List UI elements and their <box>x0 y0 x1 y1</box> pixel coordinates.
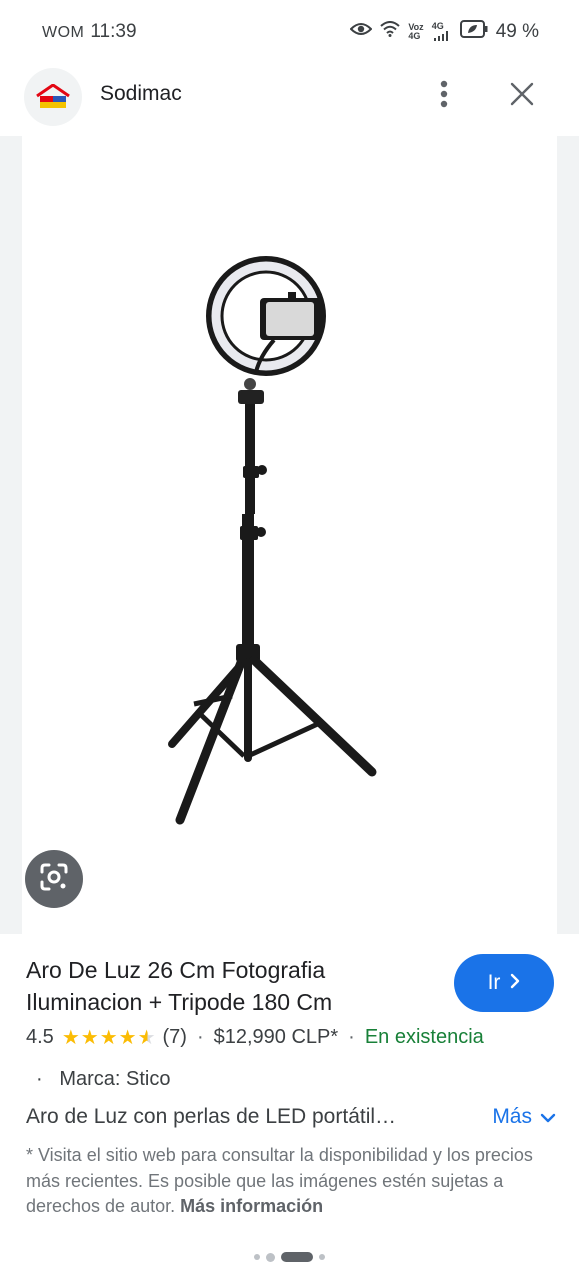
volte-indicator: Voz 4G <box>408 23 423 41</box>
review-count: (7) <box>162 1026 187 1048</box>
separator-dot: · <box>196 1026 204 1048</box>
eye-icon <box>349 21 373 43</box>
status-left: WOM 11:39 <box>42 21 137 43</box>
rating-stars: ★★★★★ <box>61 1027 157 1049</box>
go-button[interactable]: Ir <box>454 954 554 1012</box>
network-top-label: 4G <box>431 20 444 31</box>
status-bar: WOM 11:39 Voz 4G 4G 49 % <box>0 0 579 64</box>
image-viewer[interactable] <box>0 136 579 934</box>
chevron-right-icon <box>510 971 520 995</box>
separator-dot: · <box>348 1026 355 1048</box>
page-dot <box>319 1254 325 1260</box>
signal-icon <box>432 30 452 43</box>
app-bar: Sodimac <box>0 64 579 136</box>
network-bottom-label: 4G <box>408 31 421 41</box>
close-button[interactable] <box>502 76 542 116</box>
product-title: Aro De Luz 26 Cm Fotografia Iluminacion … <box>26 957 333 1015</box>
battery-icon <box>459 20 488 44</box>
more-vert-icon <box>440 80 448 113</box>
close-icon <box>510 82 534 111</box>
separator-dot: · <box>36 1068 54 1090</box>
page-dot <box>266 1252 275 1262</box>
page-indicator <box>0 1252 579 1262</box>
product-meta-row: 4.5 ★★★★★ (7) · $12,990 CLP* · En existe… <box>26 1025 566 1050</box>
carrier-label: WOM <box>42 24 85 41</box>
more-label: Más <box>492 1105 532 1128</box>
network-indicator: 4G <box>431 20 452 43</box>
price: $12,990 CLP* <box>213 1026 339 1048</box>
more-options-button[interactable] <box>428 76 460 116</box>
chevron-down-icon <box>540 1105 556 1129</box>
app-title: Sodimac <box>100 82 182 105</box>
wifi-icon <box>380 21 401 43</box>
expand-more-button[interactable]: Más <box>492 1105 556 1129</box>
status-right: Voz 4G 4G 49 % <box>349 20 539 44</box>
product-description: Aro de Luz con perlas de LED portátil… <box>26 1105 397 1128</box>
disclaimer: * Visita el sitio web para consultar la … <box>26 1143 556 1220</box>
availability-status: En existencia <box>364 1026 484 1048</box>
battery-percent: 49 % <box>495 21 539 42</box>
description-row: Aro de Luz con perlas de LED portátil… M… <box>26 1105 556 1129</box>
brand-label: Marca: Stico <box>59 1068 171 1090</box>
sodimac-logo[interactable] <box>24 68 82 126</box>
page-dot-active <box>281 1252 313 1262</box>
go-button-label: Ir <box>487 971 501 994</box>
rating-value: 4.5 <box>26 1026 54 1048</box>
product-image-card <box>22 136 557 934</box>
page-dot <box>254 1254 260 1260</box>
clock: 11:39 <box>90 21 137 42</box>
brand-row: · Marca: Stico <box>36 1068 171 1091</box>
product-image <box>168 256 377 825</box>
more-info-link[interactable]: Más información <box>180 1196 323 1216</box>
lens-icon <box>39 862 69 897</box>
lens-search-button[interactable] <box>25 850 83 908</box>
